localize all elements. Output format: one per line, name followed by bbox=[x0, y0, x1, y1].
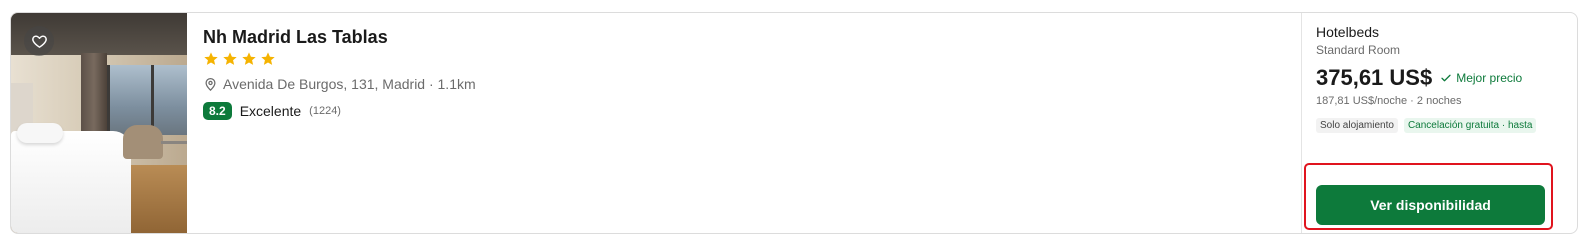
location-pin-icon bbox=[205, 77, 216, 91]
price-per-night: 187,81 US$/noche · 2 noches bbox=[1316, 95, 1462, 107]
hotel-info: Nh Madrid Las Tablas Avenida De Burgos, … bbox=[203, 13, 1303, 233]
photo-table bbox=[161, 141, 187, 181]
photo-chair bbox=[123, 125, 163, 159]
photo-pillow bbox=[17, 123, 63, 143]
star-icon bbox=[204, 52, 218, 65]
star-rating bbox=[203, 51, 276, 67]
offer-tags: Solo alojamiento Cancelación gratuita · … bbox=[1316, 118, 1537, 133]
check-icon bbox=[1441, 74, 1451, 82]
hotel-photo[interactable] bbox=[11, 13, 187, 233]
hotel-name[interactable]: Nh Madrid Las Tablas bbox=[203, 27, 388, 48]
free-cancellation-tag: Cancelación gratuita · hasta bbox=[1403, 118, 1537, 133]
provider-name: Hotelbeds bbox=[1316, 24, 1380, 40]
hotel-location: Avenida De Burgos, 131, Madrid · 1.1km bbox=[203, 76, 476, 92]
price-row: 375,61 US$ Mejor precio bbox=[1316, 65, 1522, 91]
review-count: (1224) bbox=[309, 105, 341, 117]
rating-label: Excelente bbox=[239, 103, 302, 119]
hotel-address: Avenida De Burgos, 131, Madrid · 1.1km bbox=[223, 76, 476, 92]
rating-score-badge: 8.2 bbox=[203, 102, 232, 120]
room-type: Standard Room bbox=[1316, 43, 1401, 57]
view-availability-button[interactable]: Ver disponibilidad bbox=[1316, 185, 1545, 225]
best-price-label: Mejor precio bbox=[1456, 71, 1523, 85]
board-type-tag: Solo alojamiento bbox=[1316, 118, 1398, 133]
photo-bed bbox=[11, 131, 131, 233]
best-price-badge: Mejor precio bbox=[1440, 71, 1522, 85]
guest-rating: 8.2 Excelente (1224) bbox=[203, 102, 341, 120]
star-icon bbox=[223, 52, 237, 65]
hotel-result-card[interactable]: Nh Madrid Las Tablas Avenida De Burgos, … bbox=[10, 12, 1578, 234]
star-icon bbox=[242, 52, 256, 65]
offer-panel: Hotelbeds Standard Room 375,61 US$ Mejor… bbox=[1301, 13, 1577, 233]
total-price: 375,61 US$ bbox=[1316, 65, 1433, 90]
favorite-button[interactable] bbox=[24, 26, 54, 56]
heart-icon bbox=[31, 34, 47, 48]
star-icon bbox=[261, 52, 275, 65]
